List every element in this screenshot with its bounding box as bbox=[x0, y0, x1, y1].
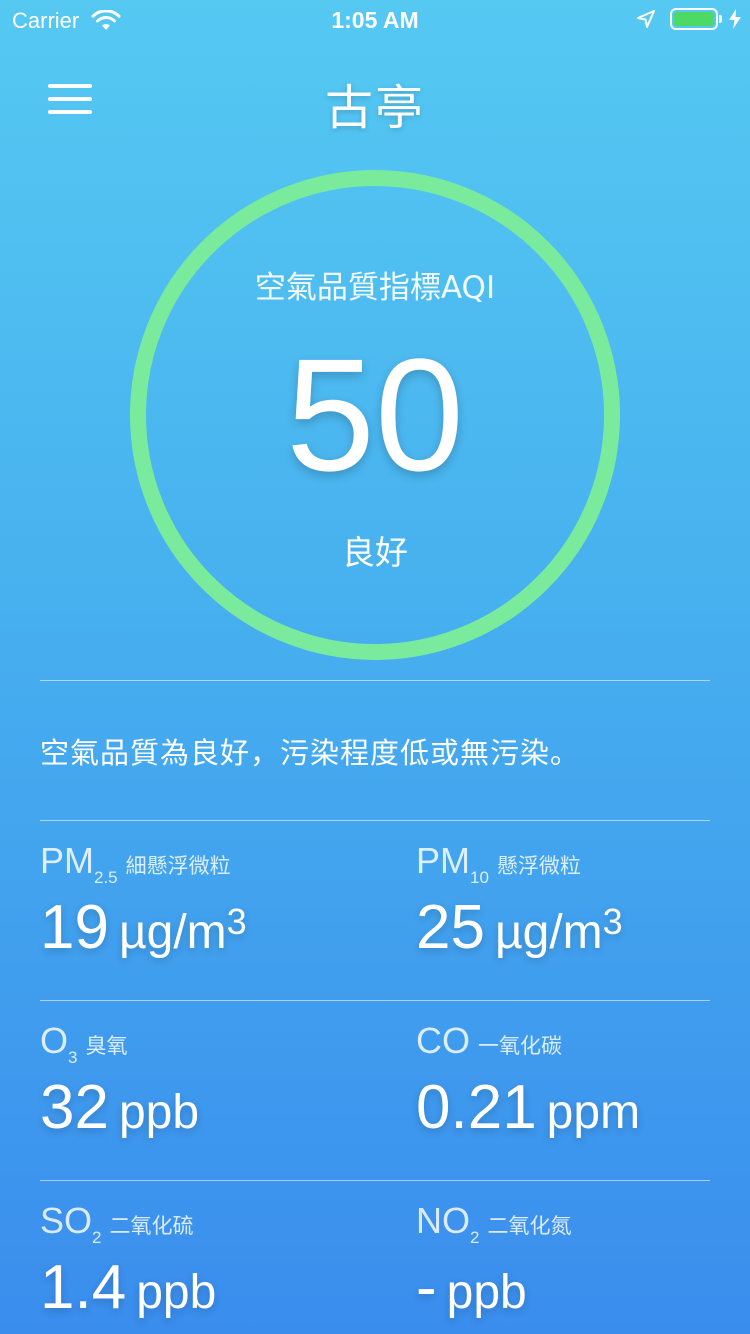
pollutant-symbol: PM bbox=[40, 840, 94, 881]
divider bbox=[40, 820, 710, 821]
pollutant-subscript: 10 bbox=[470, 868, 489, 887]
pollutant-chinese-name: 臭氧 bbox=[85, 1034, 128, 1058]
divider bbox=[40, 1180, 710, 1181]
charging-bolt-icon bbox=[729, 9, 741, 29]
pollutant-value: - bbox=[416, 1253, 437, 1322]
pollutant-chinese-name: 細懸浮微粒 bbox=[125, 854, 231, 878]
pollutant-value: 32 bbox=[40, 1073, 109, 1142]
pollutant-subscript: 2.5 bbox=[94, 868, 118, 887]
pollutant-name: CO 一氧化碳 bbox=[416, 1020, 562, 1068]
pollutant-value: 19 bbox=[40, 893, 109, 962]
pollutant-symbol: NO bbox=[416, 1200, 470, 1241]
pollutant-name: SO2 二氧化硫 bbox=[40, 1200, 193, 1248]
location-arrow-icon bbox=[637, 10, 655, 28]
pollutant-name: O3 臭氧 bbox=[40, 1020, 127, 1068]
status-bar: Carrier 1:05 AM bbox=[0, 0, 750, 40]
divider bbox=[40, 680, 710, 681]
aqi-label: 空氣品質指標AQI bbox=[254, 270, 496, 306]
status-right bbox=[636, 8, 742, 30]
pollutant-unit: µg/m3 bbox=[494, 901, 623, 959]
pollutant-name: PM10 懸浮微粒 bbox=[416, 840, 581, 888]
pollutant-unit: ppb bbox=[118, 1086, 200, 1139]
pollutant-symbol: PM bbox=[416, 840, 470, 881]
pollutant-chinese-name: 二氧化氮 bbox=[487, 1214, 572, 1238]
pollutant-chinese-name: 懸浮微粒 bbox=[496, 854, 581, 878]
pollutant-reading: 1.4 ppb bbox=[40, 1252, 216, 1323]
pollutant-name: PM2.5 細懸浮微粒 bbox=[40, 840, 231, 888]
pollutant-unit: ppb bbox=[446, 1266, 527, 1319]
pollutant-value: 1.4 bbox=[40, 1253, 127, 1322]
pollutant-unit: ppm bbox=[546, 1086, 641, 1139]
aqi-status: 良好 bbox=[342, 533, 408, 572]
battery-level bbox=[674, 12, 714, 26]
aqi-value: 50 bbox=[286, 325, 464, 504]
pollutant-reading: 0.21 ppm bbox=[416, 1072, 640, 1143]
pollutant-symbol: CO bbox=[416, 1020, 470, 1061]
pollutant-symbol: SO bbox=[40, 1200, 93, 1241]
air-quality-description: 空氣品質為良好，污染程度低或無污染。 bbox=[40, 736, 581, 770]
pollutant-reading: - ppb bbox=[416, 1252, 527, 1323]
page-title: 古亭 bbox=[324, 80, 425, 136]
pollutant-unit: µg/m3 bbox=[118, 901, 247, 959]
divider bbox=[40, 1000, 710, 1001]
pollutant-symbol: O bbox=[40, 1020, 69, 1061]
pollutant-reading: 32 ppb bbox=[40, 1072, 199, 1143]
pollutant-chinese-name: 二氧化硫 bbox=[109, 1214, 194, 1238]
pollutant-subscript: 2 bbox=[92, 1228, 102, 1247]
pollutant-reading: 25 µg/m3 bbox=[416, 892, 623, 963]
pollutant-unit: ppb bbox=[136, 1266, 217, 1319]
pollutant-name: NO2 二氧化氮 bbox=[416, 1200, 571, 1248]
pollutant-subscript: 3 bbox=[68, 1048, 78, 1067]
pollutant-value: 25 bbox=[416, 893, 485, 962]
battery-icon bbox=[670, 8, 718, 30]
pollutant-subscript: 2 bbox=[470, 1228, 480, 1247]
battery-tip bbox=[719, 15, 722, 23]
pollutant-value: 0.21 bbox=[416, 1073, 537, 1142]
pollutant-reading: 19 µg/m3 bbox=[40, 892, 247, 963]
pollutant-chinese-name: 一氧化碳 bbox=[478, 1034, 562, 1058]
